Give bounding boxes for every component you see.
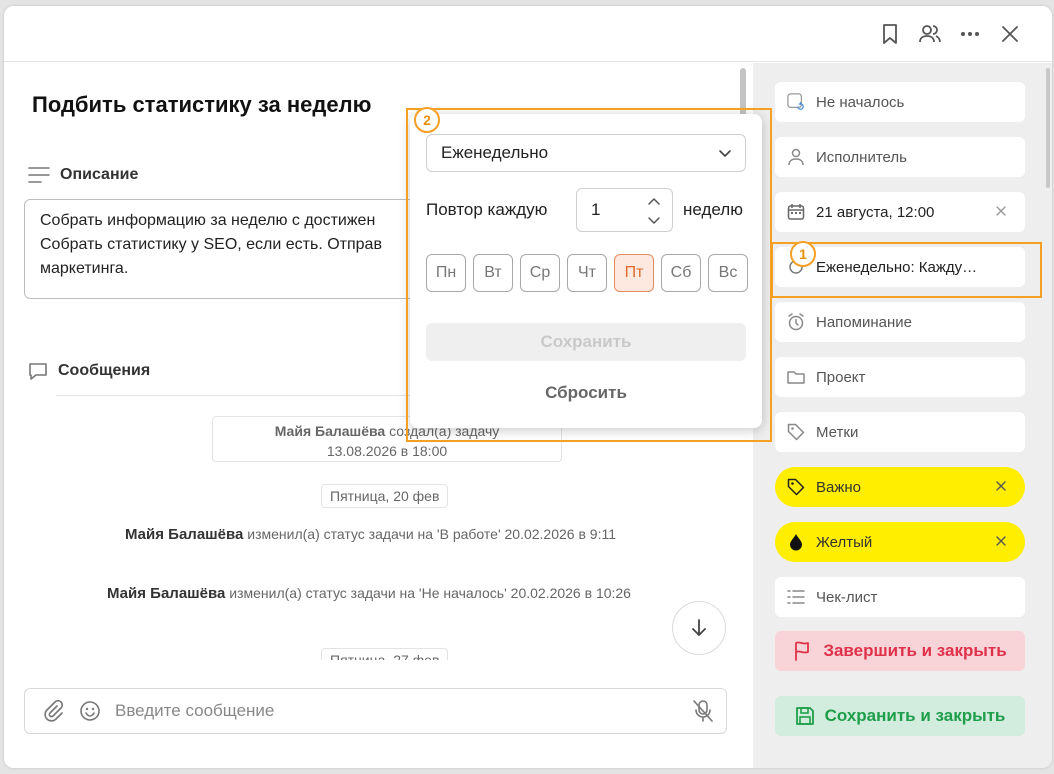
weekday-picker: Пн Вт Ср Чт Пт Сб Вс: [426, 254, 748, 292]
close-icon[interactable]: [998, 22, 1022, 46]
weekday-button[interactable]: Чт: [567, 254, 607, 292]
weekday-button[interactable]: Вт: [473, 254, 513, 292]
save-disk-icon: [795, 707, 814, 725]
chevron-up-icon[interactable]: [647, 196, 661, 206]
finish-and-close-button[interactable]: Завершить и закрыть: [775, 631, 1025, 671]
participants-icon[interactable]: [918, 22, 942, 46]
list-item: Майя Балашёва изменил(а) статус задачи н…: [107, 585, 631, 602]
message-input[interactable]: [115, 697, 675, 725]
message-composer: [24, 688, 727, 734]
repeat-settings-popup: Еженедельно Повтор каждую 1 неделю Пн Вт…: [410, 114, 762, 428]
messages-heading: Сообщения: [28, 361, 150, 381]
top-bar: [4, 6, 1052, 62]
folder-icon: [787, 368, 805, 386]
remove-tag-icon[interactable]: [993, 478, 1009, 494]
drop-icon: [787, 533, 805, 551]
comment-icon: [29, 363, 47, 380]
description-heading: Описание: [28, 166, 138, 184]
weekday-button[interactable]: Вс: [708, 254, 748, 292]
tags-selector[interactable]: Метки: [775, 412, 1025, 452]
chevron-down-icon[interactable]: [647, 216, 661, 226]
color-selector[interactable]: Желтый: [775, 522, 1025, 562]
repeat-reset-button[interactable]: Сбросить: [426, 379, 746, 407]
calendar-icon: [787, 203, 805, 221]
weekday-button[interactable]: Пт: [614, 254, 654, 292]
date-separator-clip: Пятница, 27 фев: [321, 648, 455, 660]
text-lines-icon: [28, 167, 50, 183]
repeat-save-button[interactable]: Сохранить: [426, 323, 746, 361]
checklist-icon: [787, 588, 805, 606]
sidebar-scrollbar[interactable]: [1046, 68, 1050, 188]
status-selector[interactable]: Не началось: [775, 82, 1025, 122]
main-scrollbar[interactable]: [740, 68, 746, 116]
list-item: Майя Балашёва изменил(а) статус задачи н…: [125, 526, 617, 543]
annotation-badge-2: 2: [414, 107, 440, 133]
interval-unit-label: неделю: [683, 200, 743, 219]
remove-color-icon[interactable]: [993, 533, 1009, 549]
emoji-icon[interactable]: [78, 699, 102, 723]
assignee-selector[interactable]: Исполнитель: [775, 137, 1025, 177]
interval-stepper[interactable]: 1: [576, 188, 673, 232]
user-icon: [787, 148, 805, 166]
checklist-selector[interactable]: Чек-лист: [775, 577, 1025, 617]
chevron-down-icon: [719, 150, 731, 157]
date-separator: Пятница, 27 фев: [321, 648, 449, 660]
more-icon[interactable]: [958, 22, 982, 46]
save-and-close-button[interactable]: Сохранить и закрыть: [775, 696, 1025, 736]
weekday-button[interactable]: Ср: [520, 254, 560, 292]
scroll-down-button[interactable]: [672, 601, 726, 655]
repeat-every-label: Повтор каждую: [426, 200, 548, 219]
bookmark-icon[interactable]: [878, 22, 902, 46]
tag-icon: [787, 423, 805, 441]
task-title[interactable]: Подбить статистику за неделю: [32, 92, 371, 118]
reminder-selector[interactable]: Напоминание: [775, 302, 1025, 342]
tag-icon: [787, 478, 805, 496]
microphone-off-icon[interactable]: [691, 699, 715, 723]
annotation-badge-1: 1: [790, 241, 816, 267]
weekday-button[interactable]: Пн: [426, 254, 466, 292]
date-separator: Пятница, 20 фев: [321, 484, 449, 508]
alarm-clock-icon: [787, 313, 805, 331]
weekday-button[interactable]: Сб: [661, 254, 701, 292]
clear-due-date-icon[interactable]: [993, 203, 1009, 219]
status-refresh-icon: [787, 93, 805, 111]
frequency-select[interactable]: Еженедельно: [426, 134, 746, 172]
arrow-down-icon: [692, 619, 706, 636]
tag-important[interactable]: Важно: [775, 467, 1025, 507]
flag-icon: [795, 641, 810, 661]
due-date-selector[interactable]: 21 августа, 12:00: [775, 192, 1025, 232]
project-selector[interactable]: Проект: [775, 357, 1025, 397]
attach-icon[interactable]: [41, 699, 65, 723]
